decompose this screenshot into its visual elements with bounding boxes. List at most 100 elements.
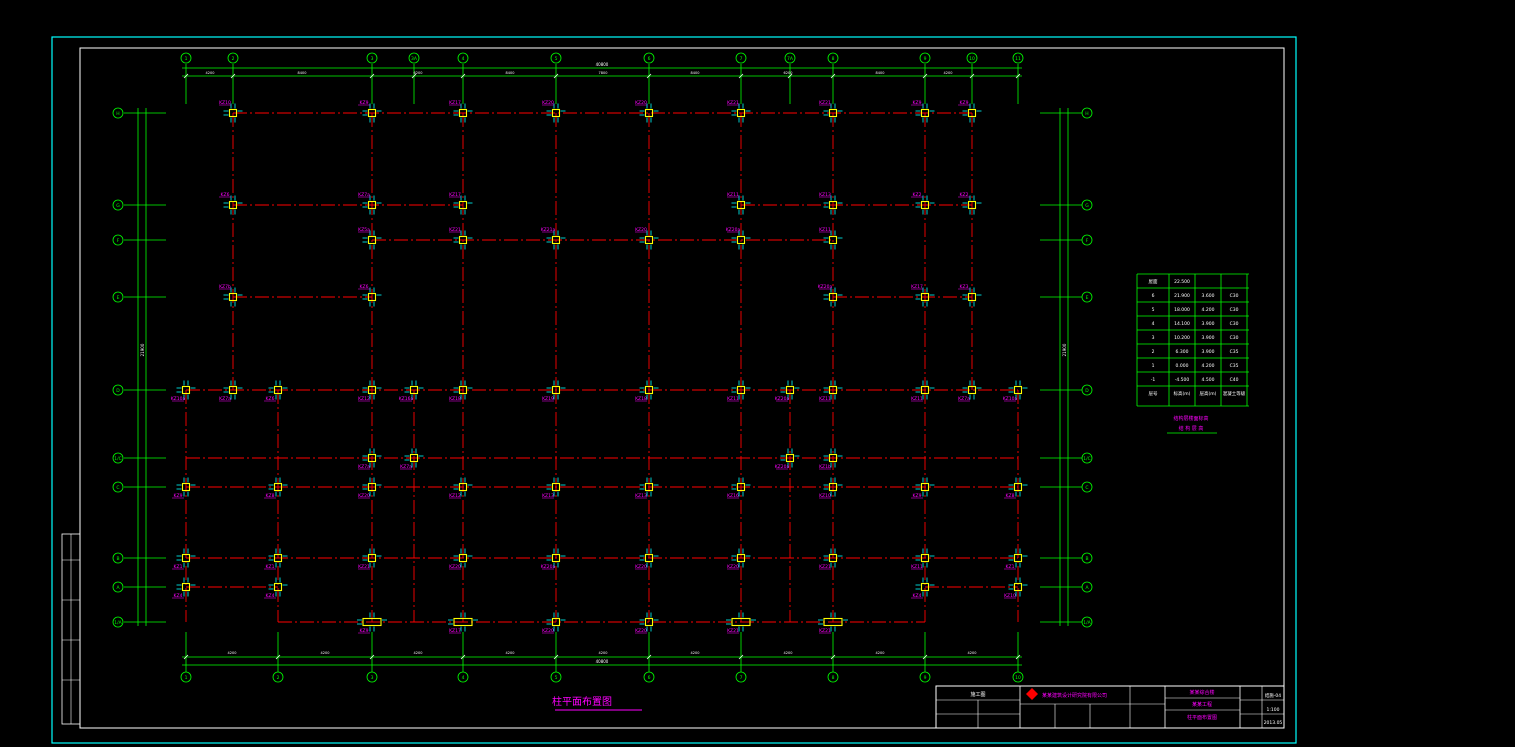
dim-text-top: 8400	[691, 71, 700, 75]
date-value: 2013.05	[1264, 720, 1283, 726]
table-cell: C30	[1230, 321, 1239, 327]
drawing-title: 柱平面布置图	[552, 695, 612, 708]
axis-bubble-label: 1	[185, 56, 188, 62]
axis-lines: 1 2 3 3A 4 5 6 7 7A 8 9 10 111 2 3 4 5 6 7 8 9 10H HG GF FE ED D1/…	[112, 52, 1093, 683]
column: KZ13	[635, 477, 659, 499]
axis-bubble-label: F	[117, 238, 120, 244]
axis-bubble-label: 7	[740, 675, 743, 681]
column: KZ1	[264, 548, 288, 570]
axis-bubble-label: 1/A	[114, 620, 122, 626]
column: KZ20	[542, 100, 566, 123]
table-cell: 2	[1152, 349, 1155, 355]
column: KZ9	[172, 477, 196, 499]
column: KZ7a	[958, 380, 982, 402]
structural-grid	[185, 112, 1019, 623]
dim-text-right-overall: 21900	[1062, 343, 1067, 356]
axis-bubble-label: F	[1086, 238, 1089, 244]
sheet-drawing-name: 柱平面布置图	[1187, 714, 1217, 721]
column: KZ20	[635, 548, 659, 570]
table-cell: 4.200	[1202, 307, 1215, 313]
column: KZ7a	[219, 380, 243, 402]
column: KZ21	[449, 227, 473, 250]
columns: KZ10 KZ9 KZ17 KZ20 KZ20 KZ21 KZ21 KZ9 KZ9 KZ6 KZ7a…	[171, 100, 1028, 634]
column: KZ20	[542, 612, 566, 634]
table-cell: 4.500	[1202, 377, 1215, 383]
column: KZ21	[819, 548, 843, 570]
table-cell: 22.500	[1174, 279, 1190, 285]
axis-bubble-label: 10	[1015, 675, 1021, 681]
table-cell: 10.200	[1174, 335, 1190, 341]
table-cell: -4.500	[1175, 377, 1190, 383]
table-cell: 层高(m)	[1200, 390, 1217, 397]
title-block: 某某建筑设计研究院有限公司 某某综合楼 某某工程 柱平面布置图 施工图 结施-0…	[935, 685, 1285, 729]
column: KZ11	[819, 380, 843, 402]
axis-bubble-label: 1	[185, 675, 188, 681]
binding-strip	[61, 533, 81, 725]
sub-project-name: 某某工程	[1192, 701, 1212, 708]
axis-bubble-label: B	[116, 556, 119, 562]
axis-bubble-label: 10	[969, 56, 975, 62]
column: KZ2	[911, 192, 935, 215]
column: KZ17	[449, 100, 473, 123]
dimension-lines: 40800 40800 4200 8400 6200 8400 7800 8400 6200 84…	[137, 62, 1069, 666]
column: KZ20	[727, 548, 751, 570]
axis-bubble-label: 3	[371, 675, 374, 681]
axis-bubble-label: 7A	[787, 56, 794, 62]
column: KZ10	[1004, 577, 1028, 599]
table-cell: C40	[1230, 377, 1239, 383]
dim-text-top: 4200	[206, 71, 215, 75]
dim-text-bottom: 4200	[506, 651, 515, 655]
dim-text-bottom: 4200	[228, 651, 237, 655]
axis-bubble-label: 5	[555, 675, 558, 681]
column: KZ18	[635, 380, 659, 402]
axis-bubble-label: 2	[277, 675, 280, 681]
column: KZ21	[358, 548, 382, 570]
axis-bubble-label: 7	[740, 56, 743, 62]
column: KZ12	[449, 477, 473, 499]
axis-bubble-label: 6	[648, 56, 651, 62]
axis-bubble-label: 2	[232, 56, 235, 62]
column: KZ11	[727, 192, 751, 215]
stage-label: 施工图	[970, 691, 985, 698]
dim-text-top: 8400	[506, 71, 515, 75]
axis-bubble-label: G	[1085, 203, 1089, 209]
column: KZ7b	[219, 284, 243, 307]
dim-text-top: 4200	[944, 71, 953, 75]
table-cell: 混凝土等级	[1223, 390, 1246, 397]
dim-text-top: 7800	[599, 71, 608, 75]
dim-text-bottom: 4200	[414, 651, 423, 655]
axis-bubble-label: A	[1085, 585, 1089, 591]
column: KZ20a	[775, 448, 800, 470]
table-cell: 3.900	[1202, 321, 1215, 327]
table-cell: 6	[1152, 293, 1155, 299]
dim-text-top: 6200	[414, 71, 423, 75]
dim-text-bottom: 4200	[321, 651, 330, 655]
column: KZ18	[449, 380, 473, 402]
company-logo-icon	[1026, 688, 1038, 700]
column: KZ9	[358, 100, 382, 123]
column: KZ9	[958, 100, 982, 123]
column: KZ20	[635, 612, 659, 634]
column: KZ9	[911, 477, 935, 499]
column: KZ12	[358, 380, 382, 402]
column: KZ10	[819, 477, 843, 499]
column: KZ16a	[399, 380, 424, 402]
column: KZ20a	[726, 227, 751, 250]
table-caption: 结构层楼面标高	[1173, 415, 1208, 422]
axis-bubble-label: 6	[648, 675, 651, 681]
drawing-canvas: 1 2 3 3A 4 5 6 7 7A 8 9 10 111 2 3 4 5 6 7 8 9 10H HG GF FE ED D1/…	[51, 36, 1297, 744]
dim-text-bottom-overall: 40800	[596, 659, 609, 664]
column: KZ9	[911, 100, 935, 123]
dim-text-top: 8400	[876, 71, 885, 75]
column: KZ20	[635, 100, 659, 123]
axis-bubble-label: C	[116, 485, 119, 491]
column: KZ20	[635, 227, 659, 250]
column: KZ7a	[400, 448, 424, 470]
column: KZ6	[219, 192, 243, 215]
axis-bubble-label: 9	[924, 56, 927, 62]
table-cell: 6.300	[1176, 349, 1189, 355]
column: KZ2	[958, 192, 982, 215]
axis-bubble-label: 5	[555, 56, 558, 62]
axis-bubble-label: C	[1085, 485, 1088, 491]
column: KZ11	[727, 380, 751, 402]
